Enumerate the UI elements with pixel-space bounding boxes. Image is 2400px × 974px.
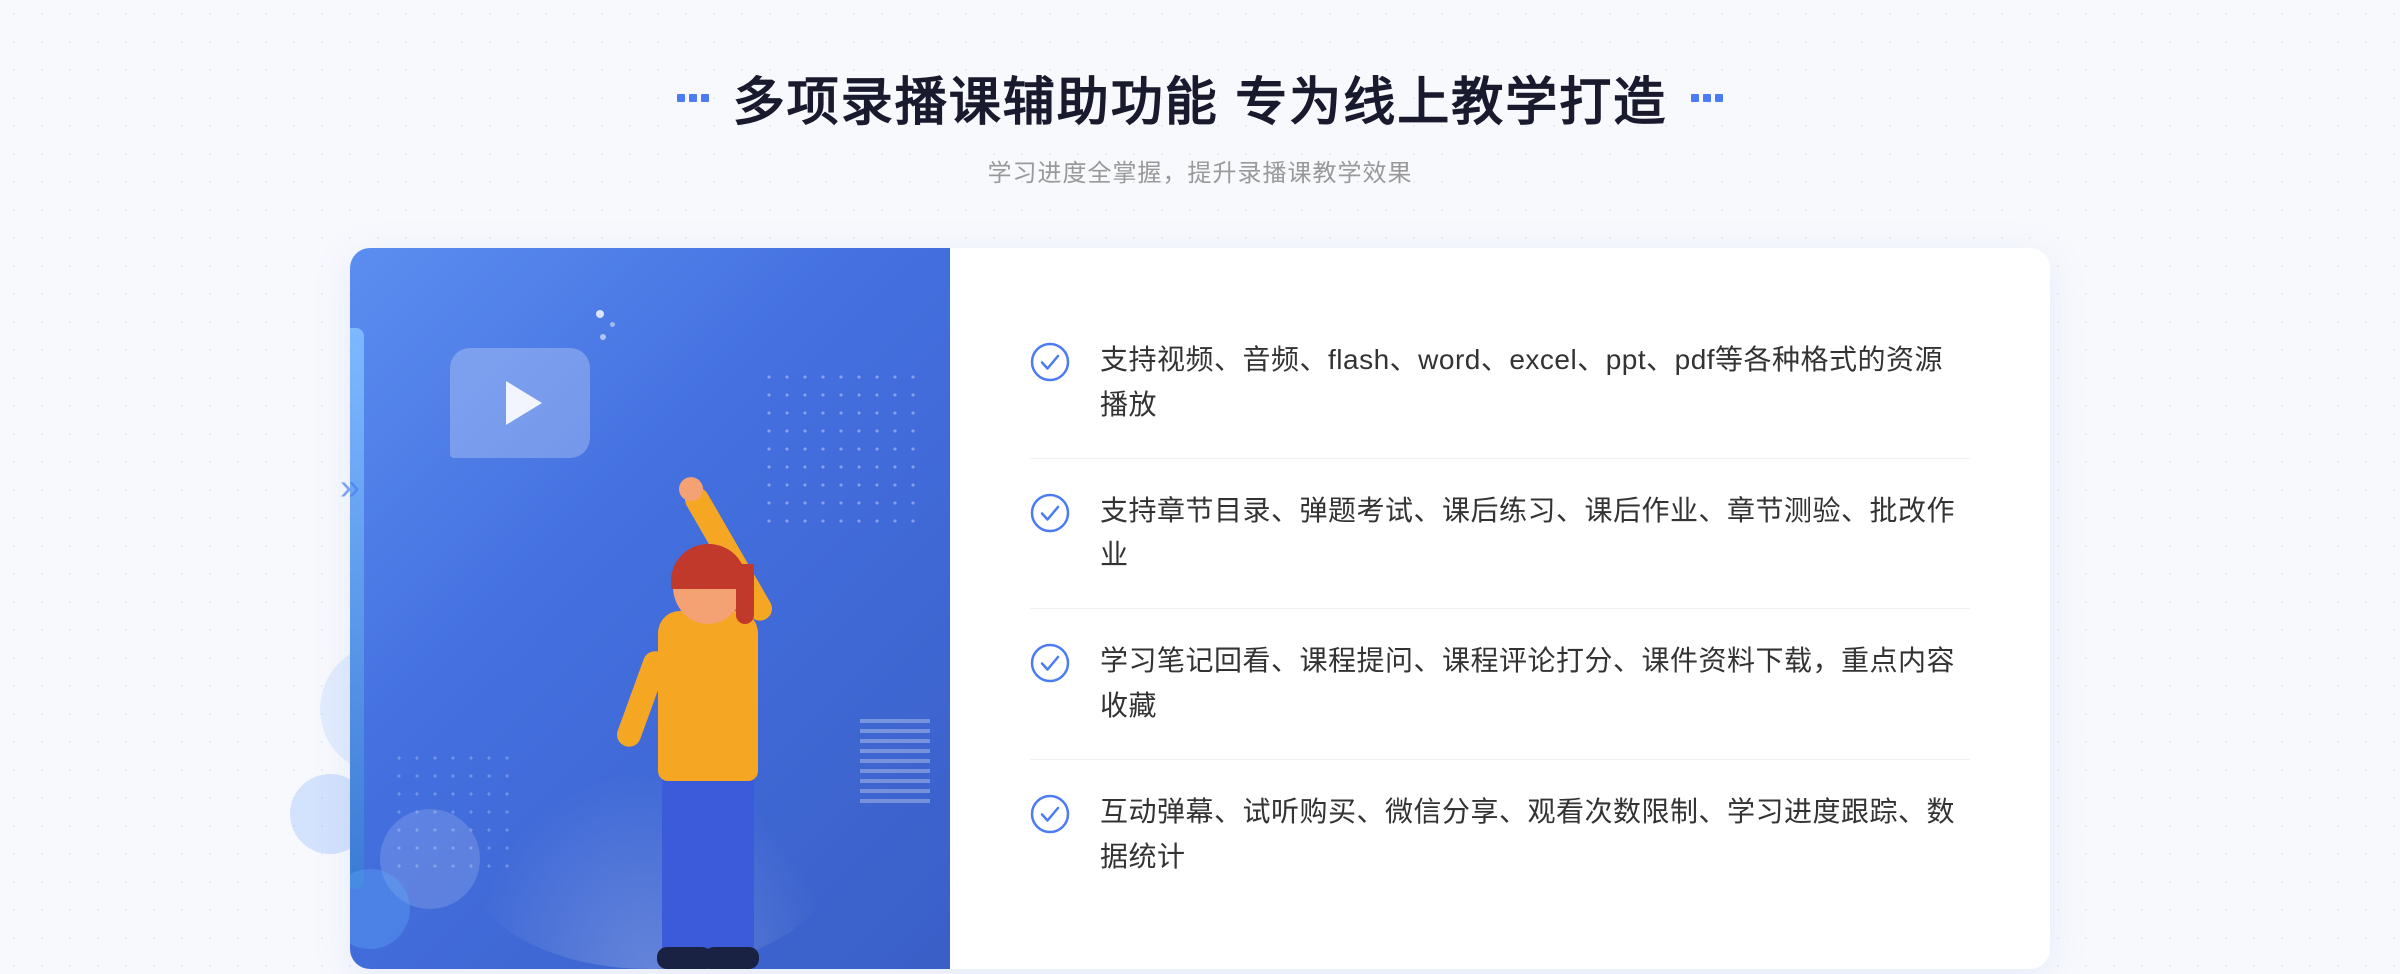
- sparkle-dot-1: [596, 310, 604, 318]
- stripes-decoration: [860, 719, 930, 809]
- chevron-icon: »: [340, 469, 360, 505]
- feature-item-1: 支持视频、音频、flash、word、excel、ppt、pdf等各种格式的资源…: [1030, 308, 1970, 459]
- title-dots-right: [1691, 94, 1723, 102]
- main-title: 多项录播课辅助功能 专为线上教学打造: [733, 60, 1667, 135]
- feature-item-2: 支持章节目录、弹题考试、课后练习、课后作业、章节测验、批改作业: [1030, 459, 1970, 610]
- dot-3: [701, 94, 709, 102]
- leg-right: [708, 769, 754, 959]
- subtitle: 学习进度全掌握，提升录播课教学效果: [677, 153, 1723, 188]
- feature-item-4: 互动弹幕、试听购买、微信分享、观看次数限制、学习进度跟踪、数据统计: [1030, 760, 1970, 910]
- leg-left: [662, 769, 708, 959]
- sparkle-dot-3: [600, 334, 606, 340]
- check-icon-3: [1030, 643, 1070, 683]
- dot-2: [689, 94, 697, 102]
- left-panel: [350, 248, 950, 969]
- ponytail: [736, 564, 754, 624]
- right-panel: 支持视频、音频、flash、word、excel、ppt、pdf等各种格式的资源…: [950, 248, 2050, 969]
- page-chevrons: »: [340, 469, 360, 505]
- title-row: 多项录播课辅助功能 专为线上教学打造: [677, 60, 1723, 135]
- person: [648, 549, 768, 969]
- dot-6: [1715, 94, 1723, 102]
- feature-text-3: 学习笔记回看、课程提问、课程评论打分、课件资料下载，重点内容收藏: [1100, 639, 1970, 729]
- hand-right: [675, 473, 708, 506]
- sparkle-dot-2: [610, 322, 615, 327]
- feature-text-2: 支持章节目录、弹题考试、课后练习、课后作业、章节测验、批改作业: [1100, 489, 1970, 579]
- shoe-right: [704, 947, 759, 969]
- dot-4: [1691, 94, 1699, 102]
- feature-text-4: 互动弹幕、试听购买、微信分享、观看次数限制、学习进度跟踪、数据统计: [1100, 790, 1970, 880]
- header-section: 多项录播课辅助功能 专为线上教学打造 学习进度全掌握，提升录播课教学效果: [677, 60, 1723, 188]
- figure-illustration: [514, 389, 854, 969]
- page-wrapper: » 多项录播课辅助功能 专为线上教学打造 学习进度全掌握，提升录播课教学效果: [0, 0, 2400, 974]
- check-icon-1: [1030, 342, 1070, 382]
- blue-accent-bar: [350, 328, 364, 889]
- title-dots-left: [677, 94, 709, 102]
- check-icon-2: [1030, 493, 1070, 533]
- torso: [658, 611, 758, 781]
- head: [673, 549, 743, 624]
- main-card: 支持视频、音频、flash、word、excel、ppt、pdf等各种格式的资源…: [350, 248, 2050, 969]
- check-icon-4: [1030, 794, 1070, 834]
- feature-item-3: 学习笔记回看、课程提问、课程评论打分、课件资料下载，重点内容收藏: [1030, 609, 1970, 760]
- feature-text-1: 支持视频、音频、flash、word、excel、ppt、pdf等各种格式的资源…: [1100, 338, 1970, 428]
- dot-1: [677, 94, 685, 102]
- dot-5: [1703, 94, 1711, 102]
